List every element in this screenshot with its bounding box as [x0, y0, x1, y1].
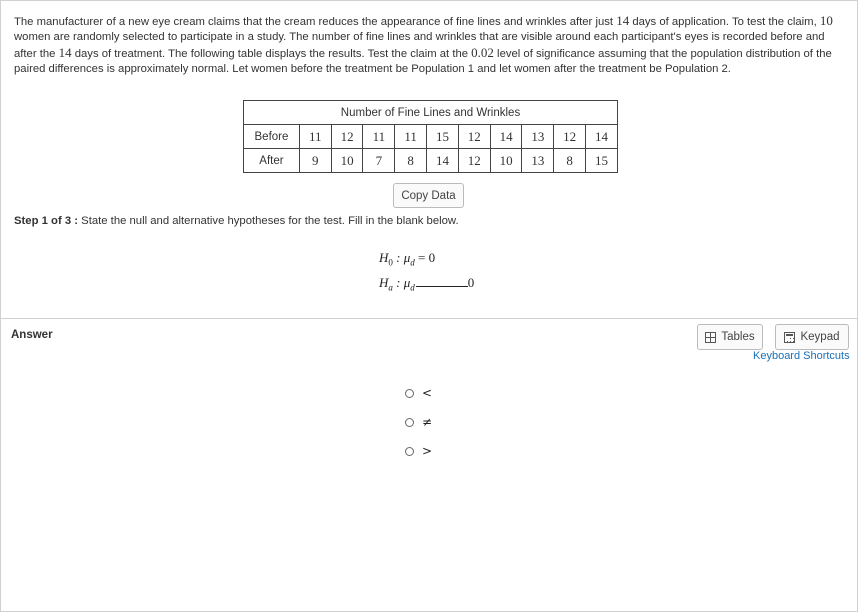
table-cell: 12 — [330, 124, 364, 149]
tables-button-label: Tables — [721, 331, 755, 343]
answer-panel: Answer Tables Keypad Keyboard Shortcuts … — [0, 318, 858, 612]
table-cell: 11 — [394, 124, 428, 149]
table-cell: 9 — [298, 148, 332, 173]
step-text: State the null and alternative hypothese… — [78, 215, 459, 227]
table-row-after: After 9 10 7 8 14 12 10 13 8 15 — [243, 148, 618, 173]
option-not-equal[interactable]: ≠ — [405, 415, 432, 429]
ha-mu-subscript: d — [410, 282, 415, 293]
option-less-than[interactable]: < — [405, 386, 432, 400]
option-label: < — [422, 386, 433, 400]
table-cell: 14 — [489, 124, 523, 149]
table-cell: 12 — [457, 148, 491, 173]
table-cell: 12 — [457, 124, 491, 149]
h0-rhs: = 0 — [414, 250, 436, 265]
tables-button[interactable]: Tables — [697, 324, 763, 350]
step-label: Step 1 of 3 : — [14, 215, 79, 227]
ha-symbol: H — [379, 275, 389, 290]
prompt-number: 0.02 — [471, 45, 494, 60]
table-cell: 8 — [553, 148, 587, 173]
table-cell: 14 — [585, 124, 618, 149]
option-label: ≠ — [422, 415, 433, 429]
alternative-hypothesis: Ha : μd 0 — [379, 275, 474, 293]
prompt-text: days of application. To test the claim, — [629, 16, 820, 28]
table-cell: 11 — [362, 124, 396, 149]
question-panel: The manufacturer of a new eye cream clai… — [0, 0, 858, 318]
table-cell: 10 — [330, 148, 364, 173]
data-table: Number of Fine Lines and Wrinkles Before… — [243, 100, 618, 173]
table-caption: Number of Fine Lines and Wrinkles — [243, 100, 618, 125]
table-cell: 14 — [426, 148, 459, 173]
table-caption-row: Number of Fine Lines and Wrinkles — [243, 100, 618, 125]
h0-mu: : μ — [392, 250, 411, 265]
option-greater-than[interactable]: > — [405, 444, 432, 458]
keypad-button-label: Keypad — [800, 331, 840, 343]
table-cell: 12 — [553, 124, 587, 149]
radio-button[interactable] — [405, 388, 414, 398]
option-label: > — [422, 444, 433, 458]
table-row-before: Before 11 12 11 11 15 12 14 13 12 14 — [243, 124, 618, 149]
table-icon — [705, 331, 717, 343]
step-instruction: Step 1 of 3 : State the null and alterna… — [14, 215, 459, 227]
answer-label: Answer — [11, 329, 53, 341]
hypothesis-blank[interactable] — [415, 276, 468, 287]
row-label-after: After — [243, 148, 300, 173]
prompt-number: 10 — [819, 13, 833, 28]
radio-button[interactable] — [405, 446, 414, 456]
null-hypothesis: H0 : μd = 0 — [379, 250, 435, 268]
prompt-text: The manufacturer of a new eye cream clai… — [14, 16, 617, 28]
table-cell: 15 — [585, 148, 618, 173]
h0-symbol: H — [379, 250, 389, 265]
ha-rhs: 0 — [467, 275, 475, 290]
prompt-number: 14 — [58, 45, 72, 60]
keyboard-shortcuts-link[interactable]: Keyboard Shortcuts — [753, 350, 850, 362]
table-cell: 11 — [298, 124, 332, 149]
table-cell: 13 — [521, 148, 555, 173]
prompt-text: days of treatment. The following table d… — [71, 48, 472, 60]
table-cell: 13 — [521, 124, 555, 149]
copy-data-button[interactable]: Copy Data — [393, 183, 464, 208]
table-cell: 15 — [426, 124, 459, 149]
row-label-before: Before — [243, 124, 300, 149]
table-cell: 7 — [362, 148, 396, 173]
keypad-button[interactable]: Keypad — [775, 324, 849, 350]
table-cell: 8 — [394, 148, 428, 173]
table-cell: 10 — [489, 148, 523, 173]
ha-mu: : μ — [392, 275, 411, 290]
question-prompt: The manufacturer of a new eye cream clai… — [14, 13, 844, 77]
radio-button[interactable] — [405, 417, 414, 427]
calculator-icon — [784, 331, 796, 343]
prompt-number: 14 — [616, 13, 630, 28]
